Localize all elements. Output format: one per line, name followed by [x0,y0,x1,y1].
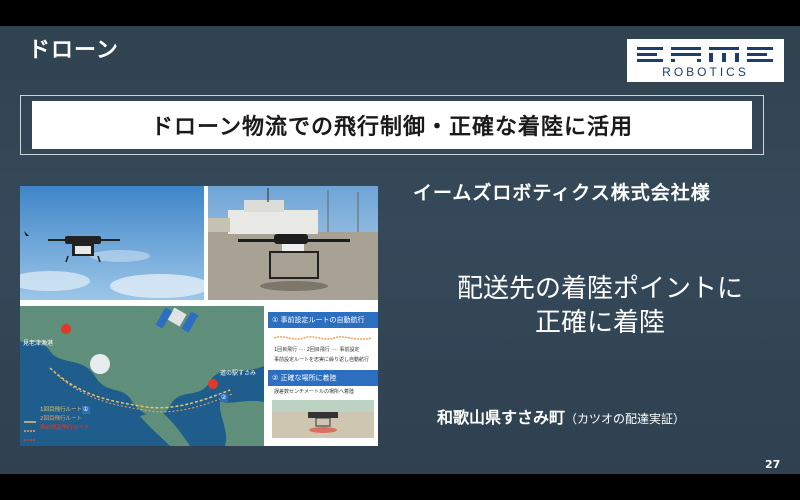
slide-title: ドローン [28,38,119,63]
legend-item-2: 2回目飛行ルート [40,416,82,422]
info-step1-note: 事前設定ルートを忠実に繰り返し自動航行 [274,357,370,363]
eame-robotics-logo: ROBOTICS [627,39,784,82]
map-label-station: 道の駅すさみ [220,370,257,377]
info-step2-note: 誤差数センチメートルの場所へ着陸 [274,389,355,395]
company-name: イームズロボティクス株式会社様 [413,182,711,204]
map-label-port: 見老津漁港 [23,340,54,347]
location-name: 和歌山県すさみ町 [437,408,566,427]
location-caption: 和歌山県すさみ町（カツオの配達実証） [437,404,685,428]
key-message: 配送先の着陸ポイントに 正確に着陸 [400,272,800,340]
logo-subtitle: ROBOTICS [662,65,749,79]
banner-heading: ドローン物流での飛行制御・正確な着陸に活用 [32,101,752,149]
info-panel: ① 事前設定ルートの自動航行 1回目飛行 ···· 2回目飛行 ···· 事前設… [268,306,378,446]
info-step1-legend: 1回目飛行 ···· 2回目飛行 ···· 事前設定 [274,347,360,353]
location-note: （カツオの配達実証） [565,412,686,426]
drone-in-sky-photo [20,186,204,300]
route-map: 見老津漁港 道の駅すさみ ① ② 1回目飛行ルート 2回目飛行ルート 事前設定飛… [20,306,264,446]
drone-landed-harbor-photo [208,186,378,300]
info-step2-header: ② 正確な場所に着陸 [268,370,378,386]
legend-item-3: 事前設定飛行ルート [40,425,90,431]
key-message-line-1: 配送先の着陸ポイントに [456,274,743,304]
map-marker-2: ② [221,394,227,401]
page-number: 27 [765,458,781,471]
info-step1-header: ① 事前設定ルートの自動航行 [268,312,378,328]
figure-panel: 見老津漁港 道の駅すさみ ① ② 1回目飛行ルート 2回目飛行ルート 事前設定飛… [20,186,378,446]
route-comparison-graphic [274,336,372,340]
map-legend: 1回目飛行ルート 2回目飛行ルート 事前設定飛行ルート [24,406,90,433]
legend-item-1: 1回目飛行ルート [40,407,82,413]
eame-logo-mark [637,47,773,62]
key-message-line-2: 正確に着陸 [534,308,665,338]
slide: ドローン ROBOTICS ドローン物流での飛行制御・正確な着陸に活用 見老津漁… [0,26,800,474]
landing-photo [272,400,374,438]
